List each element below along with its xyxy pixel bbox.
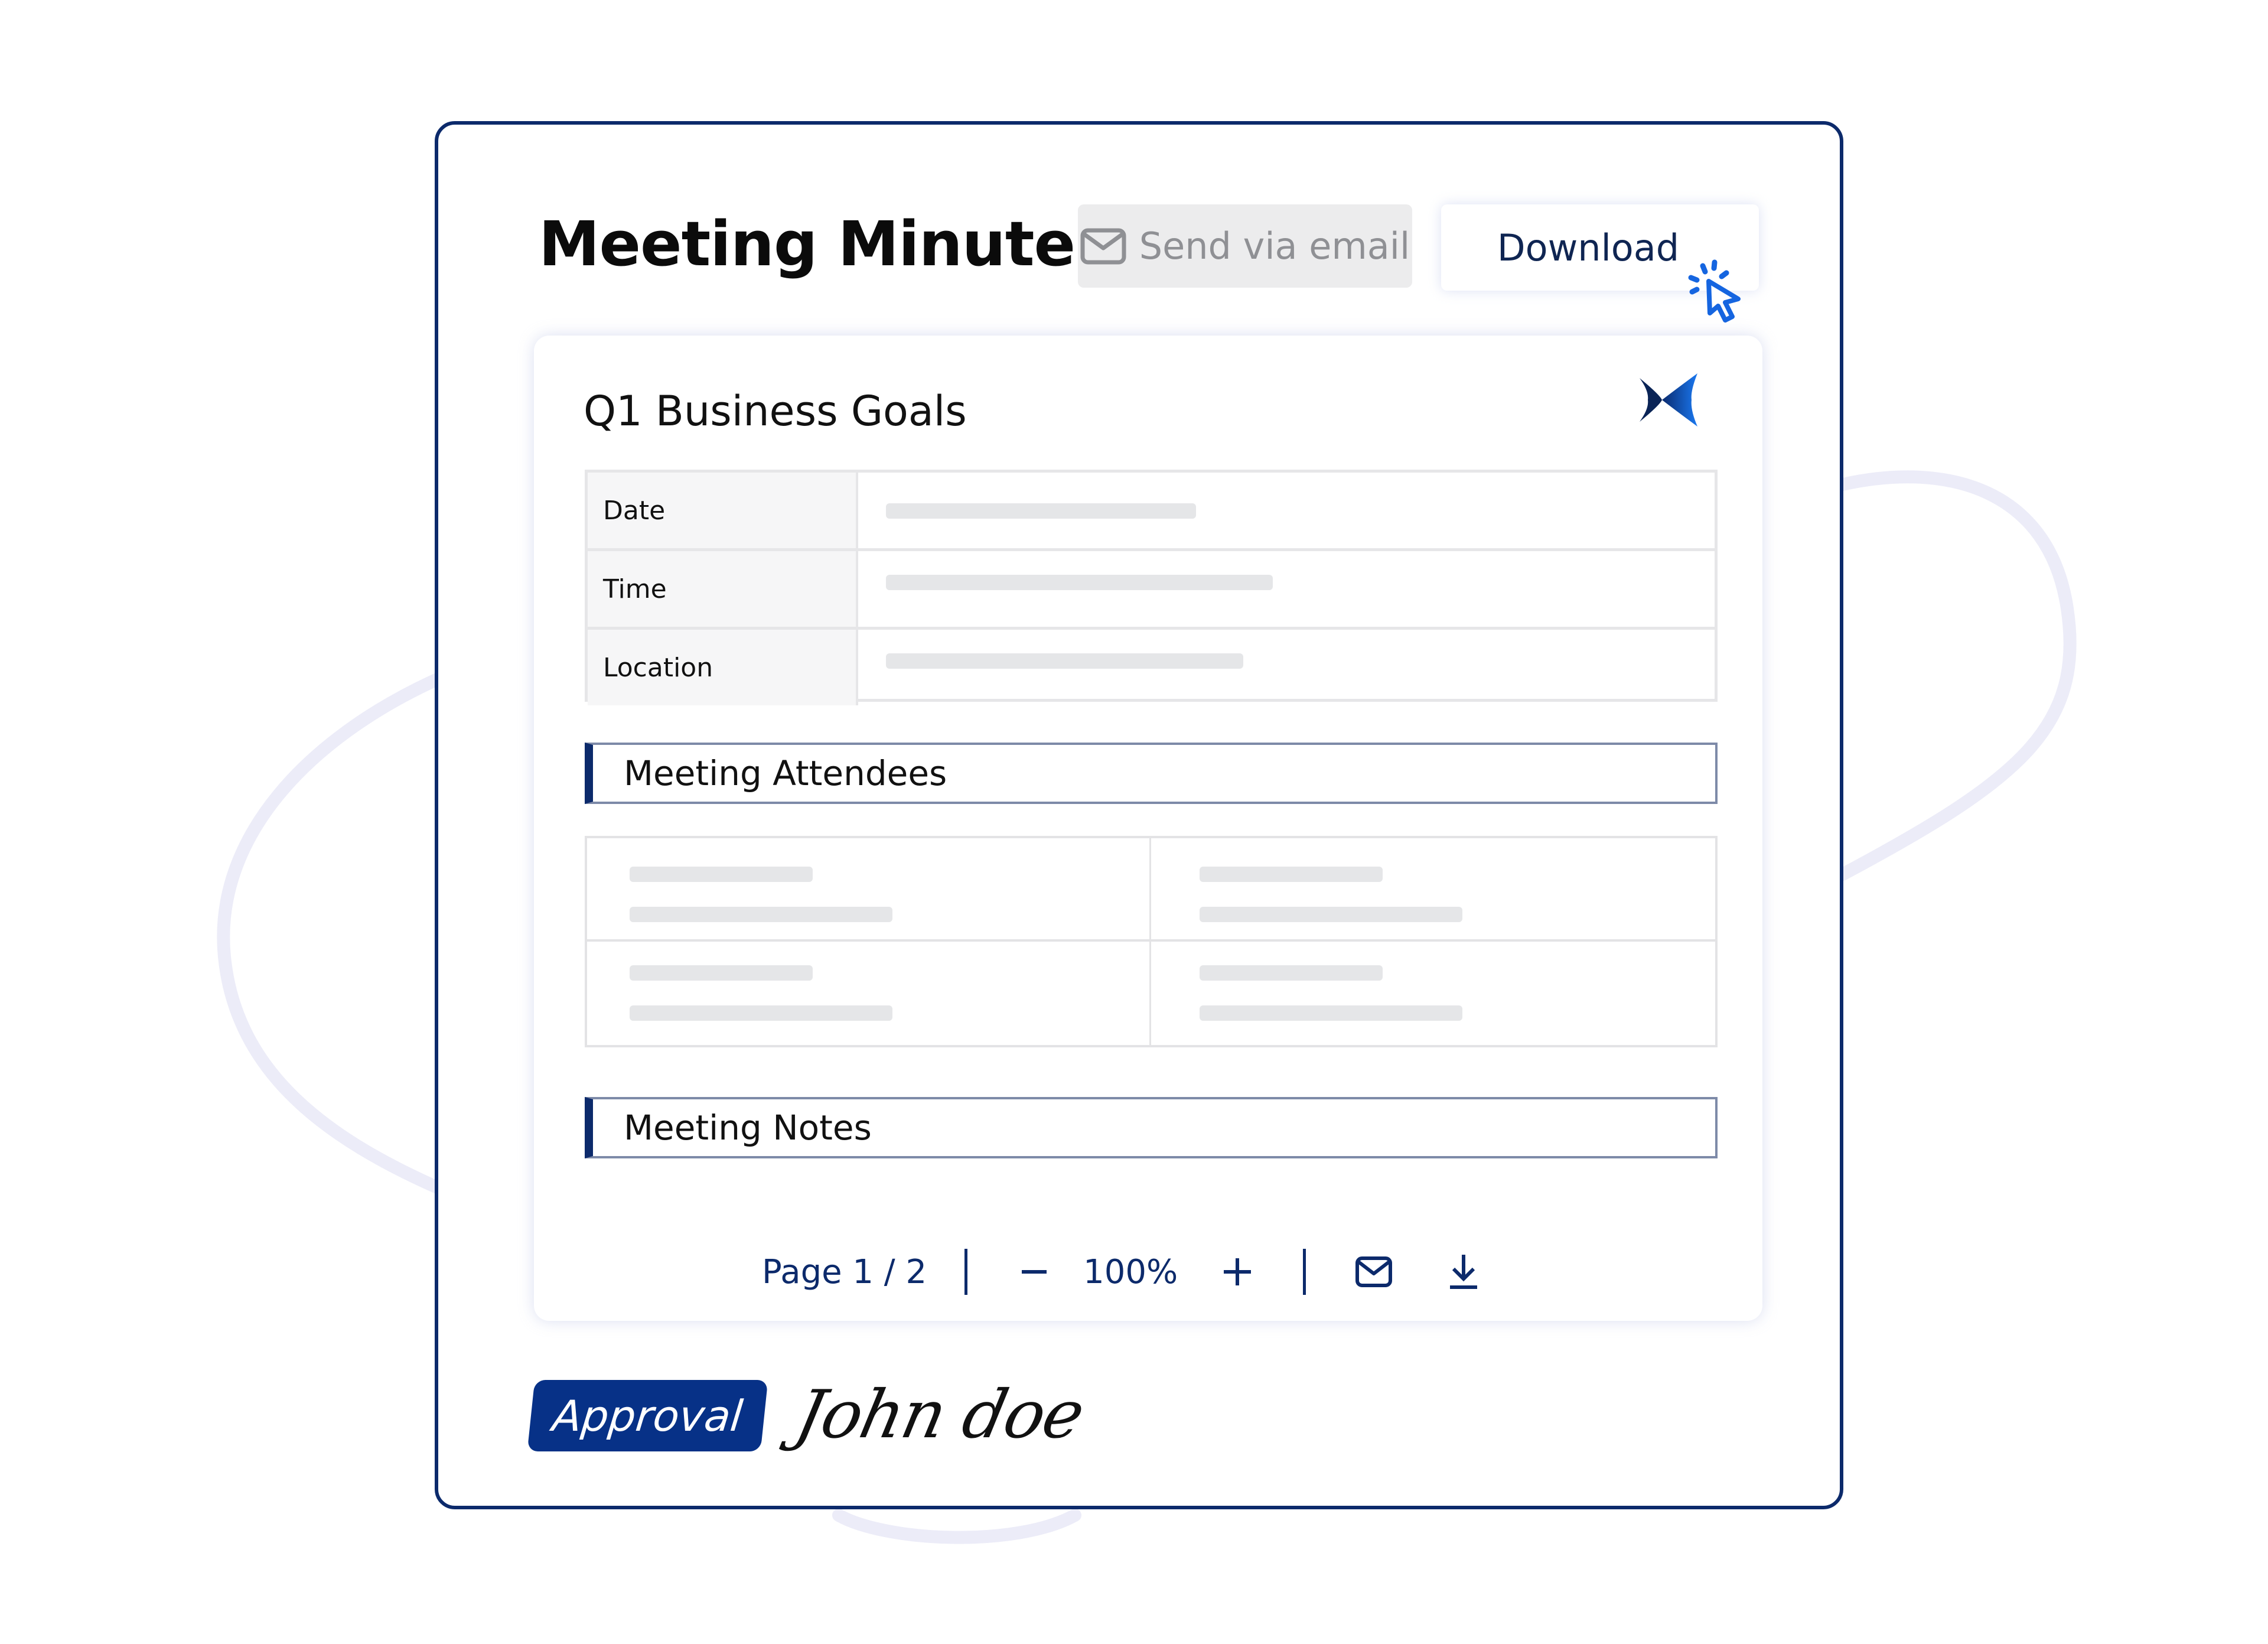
info-row-location: Location [588, 630, 1715, 705]
envelope-icon [1355, 1256, 1393, 1287]
toolbar-divider [1303, 1249, 1306, 1295]
skeleton-placeholder [1200, 867, 1383, 882]
section-header-notes: Meeting Notes [585, 1097, 1718, 1158]
signature: John doe [789, 1376, 1090, 1453]
page-title: Meeting Minutes [539, 208, 1112, 280]
zoom-out-button[interactable] [1021, 1258, 1048, 1285]
skeleton-placeholder [1200, 907, 1462, 922]
skeleton-placeholder [630, 907, 892, 922]
skeleton-placeholder [1200, 965, 1383, 981]
attendees-grid [585, 836, 1718, 1047]
envelope-icon [1080, 228, 1126, 264]
skeleton-placeholder [886, 575, 1273, 590]
email-document-button[interactable] [1355, 1256, 1393, 1287]
zoom-in-button[interactable] [1223, 1257, 1252, 1287]
download-label: Download [1497, 226, 1680, 269]
skeleton-placeholder [886, 653, 1243, 669]
attendee-cell [1151, 942, 1715, 1045]
minus-icon [1022, 1270, 1047, 1274]
section-header-attendees: Meeting Attendees [585, 743, 1718, 804]
meeting-info-table: Date Time Location [585, 470, 1718, 705]
toolbar-divider [964, 1249, 968, 1295]
approval-label: Approval [550, 1391, 745, 1441]
download-icon [1450, 1255, 1478, 1289]
page-indicator: Page 1 / 2 [762, 1252, 927, 1291]
info-label: Location [588, 630, 858, 705]
skeleton-placeholder [1200, 1005, 1462, 1021]
brand-logo-icon [1640, 373, 1697, 427]
download-document-button[interactable] [1448, 1254, 1480, 1290]
attendee-cell [587, 942, 1151, 1045]
info-row-date: Date [588, 473, 1715, 551]
send-via-email-button[interactable]: Send via email [1078, 204, 1412, 288]
section-title: Meeting Notes [624, 1108, 872, 1148]
skeleton-placeholder [630, 965, 813, 981]
attendee-cell [1151, 838, 1715, 942]
document-toolbar: Page 1 / 2 100% [762, 1245, 1480, 1298]
click-cursor-icon [1688, 259, 1741, 323]
info-label: Time [588, 551, 858, 627]
section-title: Meeting Attendees [624, 753, 947, 793]
skeleton-placeholder [886, 503, 1196, 519]
info-row-time: Time [588, 551, 1715, 630]
info-label: Date [588, 473, 858, 548]
send-via-email-label: Send via email [1139, 224, 1410, 268]
document-title: Q1 Business Goals [584, 387, 967, 435]
plus-icon [1224, 1258, 1252, 1285]
approval-badge: Approval [527, 1380, 768, 1451]
attendee-cell [587, 838, 1151, 942]
skeleton-placeholder [630, 1005, 892, 1021]
zoom-level: 100% [1083, 1252, 1178, 1291]
skeleton-placeholder [630, 867, 813, 882]
